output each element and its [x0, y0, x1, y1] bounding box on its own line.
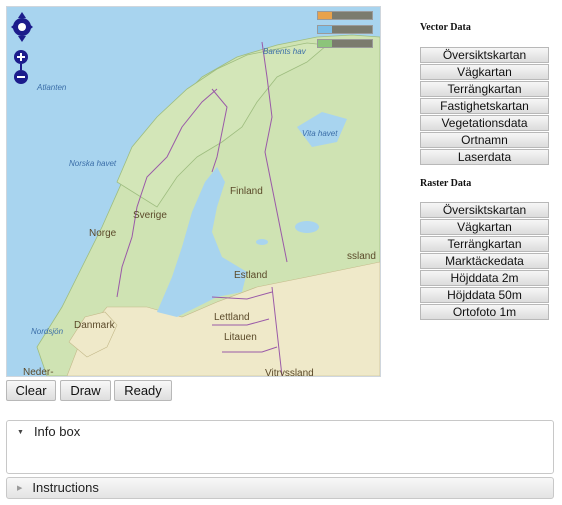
- map-view[interactable]: Barents hav Atlanten Norska havet Vita h…: [6, 6, 381, 377]
- layer-legend[interactable]: [317, 11, 373, 53]
- raster-button-hojddata-50m[interactable]: Höjddata 50m: [420, 287, 549, 303]
- raster-button-vagkartan[interactable]: Vägkartan: [420, 219, 549, 235]
- vector-button-vegetationsdata[interactable]: Vegetationsdata: [420, 115, 549, 131]
- raster-button-oversiktskartan[interactable]: Översiktskartan: [420, 202, 549, 218]
- label-atlanten: Atlanten: [37, 83, 67, 92]
- instructions-panel[interactable]: ▶ Instructions: [6, 477, 554, 499]
- raster-button-terrangkartan[interactable]: Terrängkartan: [420, 236, 549, 252]
- label-norska-havet: Norska havet: [69, 159, 117, 168]
- info-box-title: Info box: [33, 424, 81, 439]
- label-finland: Finland: [230, 186, 263, 197]
- legend-swatch: [318, 12, 332, 19]
- zoom-control[interactable]: [13, 49, 29, 85]
- label-litauen: Litauen: [224, 332, 257, 343]
- instructions-title: Instructions: [32, 480, 99, 495]
- label-danmark: Danmark: [74, 320, 115, 331]
- vector-button-ortnamn[interactable]: Ortnamn: [420, 132, 549, 148]
- raster-button-ortofoto-1m[interactable]: Ortofoto 1m: [420, 304, 549, 320]
- label-barents: Barents hav: [263, 47, 306, 56]
- label-estland: Estland: [234, 270, 268, 281]
- ready-button[interactable]: Ready: [114, 380, 172, 401]
- info-box-panel: ▼ Info box: [6, 420, 554, 474]
- legend-row-1: [317, 11, 373, 20]
- vector-button-laserdata[interactable]: Laserdata: [420, 149, 549, 165]
- vector-button-vagkartan[interactable]: Vägkartan: [420, 64, 549, 80]
- raster-data-title: Raster Data: [420, 178, 472, 189]
- label-sverige: Sverige: [133, 210, 167, 221]
- vector-button-terrangkartan[interactable]: Terrängkartan: [420, 81, 549, 97]
- vector-data-title: Vector Data: [420, 22, 471, 33]
- chevron-right-icon: ▶: [17, 484, 23, 492]
- legend-swatch: [318, 26, 332, 33]
- label-vita-havet: Vita havet: [302, 129, 338, 138]
- vector-button-oversiktskartan[interactable]: Översiktskartan: [420, 47, 549, 63]
- raster-button-hojddata-2m[interactable]: Höjddata 2m: [420, 270, 549, 286]
- clear-button[interactable]: Clear: [6, 380, 56, 401]
- draw-button[interactable]: Draw: [60, 380, 111, 401]
- lake: [256, 239, 268, 245]
- label-vitryssland: Vitryssland: [265, 368, 314, 377]
- raster-button-marktackedata[interactable]: Marktäckedata: [420, 253, 549, 269]
- legend-swatch: [318, 40, 332, 47]
- vector-button-fastighetskartan[interactable]: Fastighetskartan: [420, 98, 549, 114]
- map-canvas[interactable]: [7, 7, 380, 376]
- label-lettland: Lettland: [214, 312, 250, 323]
- label-norge: Norge: [89, 228, 117, 239]
- pan-control[interactable]: [11, 11, 33, 43]
- label-nederlanderna-fragment: Neder-: [23, 367, 54, 377]
- label-nordsjon: Nordsjön: [31, 327, 64, 336]
- legend-row-2: [317, 25, 373, 34]
- info-box-header[interactable]: ▼ Info box: [7, 421, 553, 443]
- chevron-down-icon: ▼: [17, 428, 24, 436]
- legend-row-3: [317, 39, 373, 48]
- lake: [295, 221, 319, 233]
- label-ryssland-fragment: ssland: [347, 251, 376, 262]
- instructions-header[interactable]: ▶ Instructions: [7, 478, 553, 498]
